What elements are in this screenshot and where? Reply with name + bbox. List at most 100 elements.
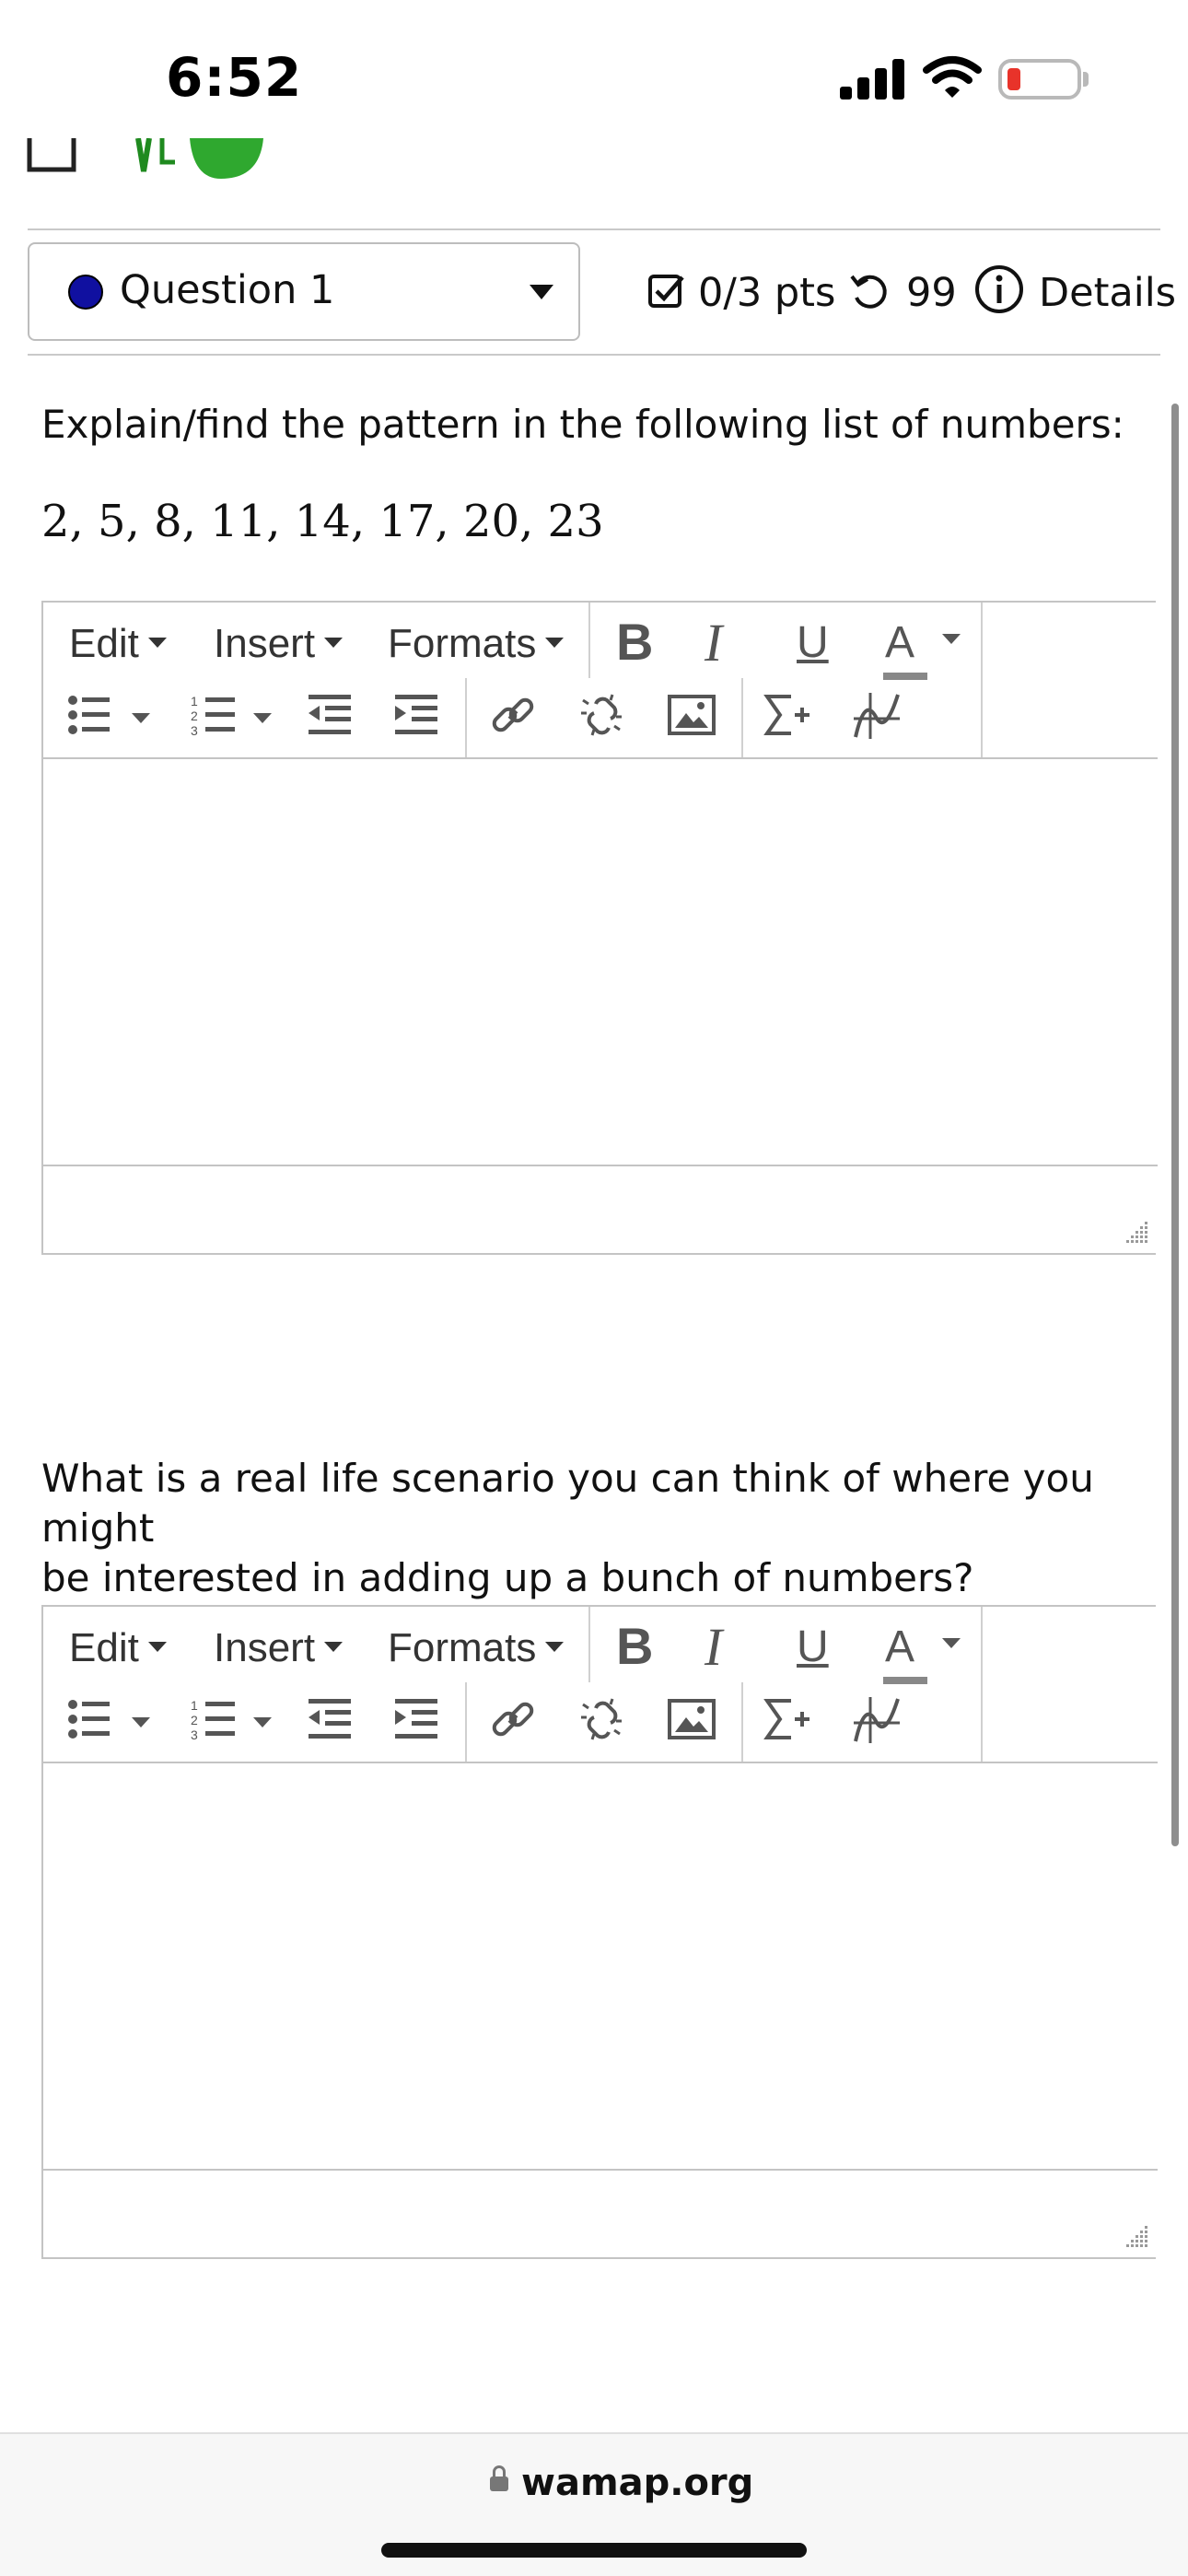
formats-menu[interactable]: Formats (388, 1625, 565, 1671)
font-color-dropdown-icon[interactable] (942, 634, 961, 644)
edit-menu-label: Edit (69, 1625, 139, 1670)
toolbar-separator (465, 1682, 467, 1762)
wifi-icon (923, 56, 982, 98)
bullet-list-icon[interactable] (67, 1697, 111, 1741)
toolbar-separator (981, 678, 983, 757)
question-selector-label: Question 1 (120, 267, 335, 313)
unlink-icon[interactable] (577, 691, 627, 741)
status-time: 6:52 (166, 46, 303, 109)
info-icon[interactable] (974, 264, 1024, 314)
math-equation-icon[interactable] (763, 691, 813, 741)
edit-menu[interactable]: Edit (69, 621, 167, 667)
checkbox-score-icon (648, 275, 684, 308)
scrolled-header-fragment (0, 138, 1188, 184)
toolbar-separator (465, 678, 467, 757)
outdent-icon[interactable] (307, 693, 353, 737)
toolbar-row: 1 2 3 (43, 678, 992, 757)
graph-icon[interactable] (852, 1695, 902, 1745)
question-selector-dropdown[interactable]: Question 1 (28, 242, 580, 341)
font-color-button[interactable]: A (883, 1622, 927, 1684)
toolbar-row: Edit Insert Formats B I U A (43, 1607, 992, 1684)
toolbar-row: 1 2 3 (43, 1682, 992, 1762)
numbered-list-icon[interactable]: 1 2 3 (191, 1697, 237, 1741)
editor-text-area[interactable] (43, 1763, 1158, 2171)
toolbar-separator (981, 1607, 983, 1682)
question-prompt: Explain/find the pattern in the followin… (41, 402, 1124, 447)
resize-handle-icon[interactable] (1124, 2224, 1150, 2250)
url-text: wamap.org (521, 2462, 754, 2504)
italic-button[interactable]: I (705, 1616, 722, 1678)
question-prompt-line: What is a real life scenario you can thi… (41, 1456, 1094, 1551)
svg-text:3: 3 (191, 1727, 198, 1741)
outdent-icon[interactable] (307, 1697, 353, 1741)
insert-menu-label: Insert (214, 1625, 316, 1670)
score-text: 0/3 pts (698, 270, 836, 316)
bullet-list-icon[interactable] (67, 693, 111, 737)
font-color-dropdown-icon[interactable] (942, 1638, 961, 1648)
battery-icon (998, 59, 1081, 100)
link-icon[interactable] (489, 691, 537, 739)
bold-button[interactable]: B (616, 1616, 653, 1676)
svg-text:1: 1 (191, 1698, 198, 1713)
formats-menu[interactable]: Formats (388, 621, 565, 667)
attempts-remaining: 99 (906, 270, 957, 316)
details-link[interactable]: Details (1039, 270, 1176, 316)
edit-menu-label: Edit (69, 621, 139, 666)
resize-handle-icon[interactable] (1124, 1220, 1150, 1246)
page-scrollbar[interactable] (1171, 404, 1179, 1846)
toolbar-separator (741, 1682, 743, 1762)
number-sequence: 2, 5, 8, 11, 14, 17, 20, 23 (41, 496, 604, 547)
toolbar-separator (588, 1607, 590, 1682)
browser-url-bar[interactable]: wamap.org (0, 2434, 1188, 2576)
font-color-label: A (885, 618, 915, 667)
formats-menu-label: Formats (388, 621, 537, 666)
svg-text:3: 3 (191, 723, 198, 737)
link-icon[interactable] (489, 1695, 537, 1743)
question-prompt-line: be interested in adding up a bunch of nu… (41, 1555, 974, 1600)
indent-icon[interactable] (393, 1697, 439, 1741)
toolbar-separator (981, 1682, 983, 1762)
insert-menu-label: Insert (214, 621, 316, 666)
bullet-list-dropdown-icon[interactable] (132, 1717, 150, 1727)
bullet-list-dropdown-icon[interactable] (132, 713, 150, 723)
editor-text-area[interactable] (43, 759, 1158, 1166)
bold-button[interactable]: B (616, 612, 653, 672)
question-prompt: What is a real life scenario you can thi… (41, 1454, 1147, 1603)
toolbar-separator (741, 678, 743, 757)
battery-tip (1083, 72, 1089, 87)
unlink-icon[interactable] (577, 1695, 627, 1745)
toolbar-separator (588, 603, 590, 678)
insert-menu[interactable]: Insert (214, 621, 344, 667)
underline-button[interactable]: U (797, 1622, 829, 1672)
italic-button[interactable]: I (705, 612, 722, 673)
font-color-label: A (885, 1622, 915, 1671)
insert-menu[interactable]: Insert (214, 1625, 344, 1671)
graph-icon[interactable] (852, 691, 902, 741)
svg-text:1: 1 (191, 694, 198, 708)
home-indicator[interactable] (381, 2543, 807, 2558)
toolbar-separator (981, 603, 983, 678)
image-icon[interactable] (668, 695, 716, 735)
numbered-list-dropdown-icon[interactable] (253, 713, 272, 723)
editor-toolbar: Edit Insert Formats B I U A 1 2 3 (43, 1607, 1158, 1763)
edit-menu[interactable]: Edit (69, 1625, 167, 1671)
math-equation-icon[interactable] (763, 1695, 813, 1745)
cellular-signal-icon (840, 59, 904, 100)
image-icon[interactable] (668, 1699, 716, 1739)
font-color-button[interactable]: A (883, 617, 927, 680)
editor-status-bar (43, 1168, 1158, 1255)
indent-icon[interactable] (393, 693, 439, 737)
svg-text:2: 2 (191, 708, 198, 723)
partial-header-icons (27, 138, 263, 179)
lock-icon (490, 2465, 508, 2491)
question-status-dot (68, 275, 103, 310)
numbered-list-icon[interactable]: 1 2 3 (191, 693, 237, 737)
chevron-down-icon (530, 285, 553, 299)
divider (28, 354, 1160, 356)
numbered-list-dropdown-icon[interactable] (253, 1717, 272, 1727)
editor-status-bar (43, 2172, 1158, 2259)
retry-icon (850, 275, 887, 309)
formats-menu-label: Formats (388, 1625, 537, 1670)
underline-button[interactable]: U (797, 617, 829, 668)
svg-text:2: 2 (191, 1713, 198, 1727)
